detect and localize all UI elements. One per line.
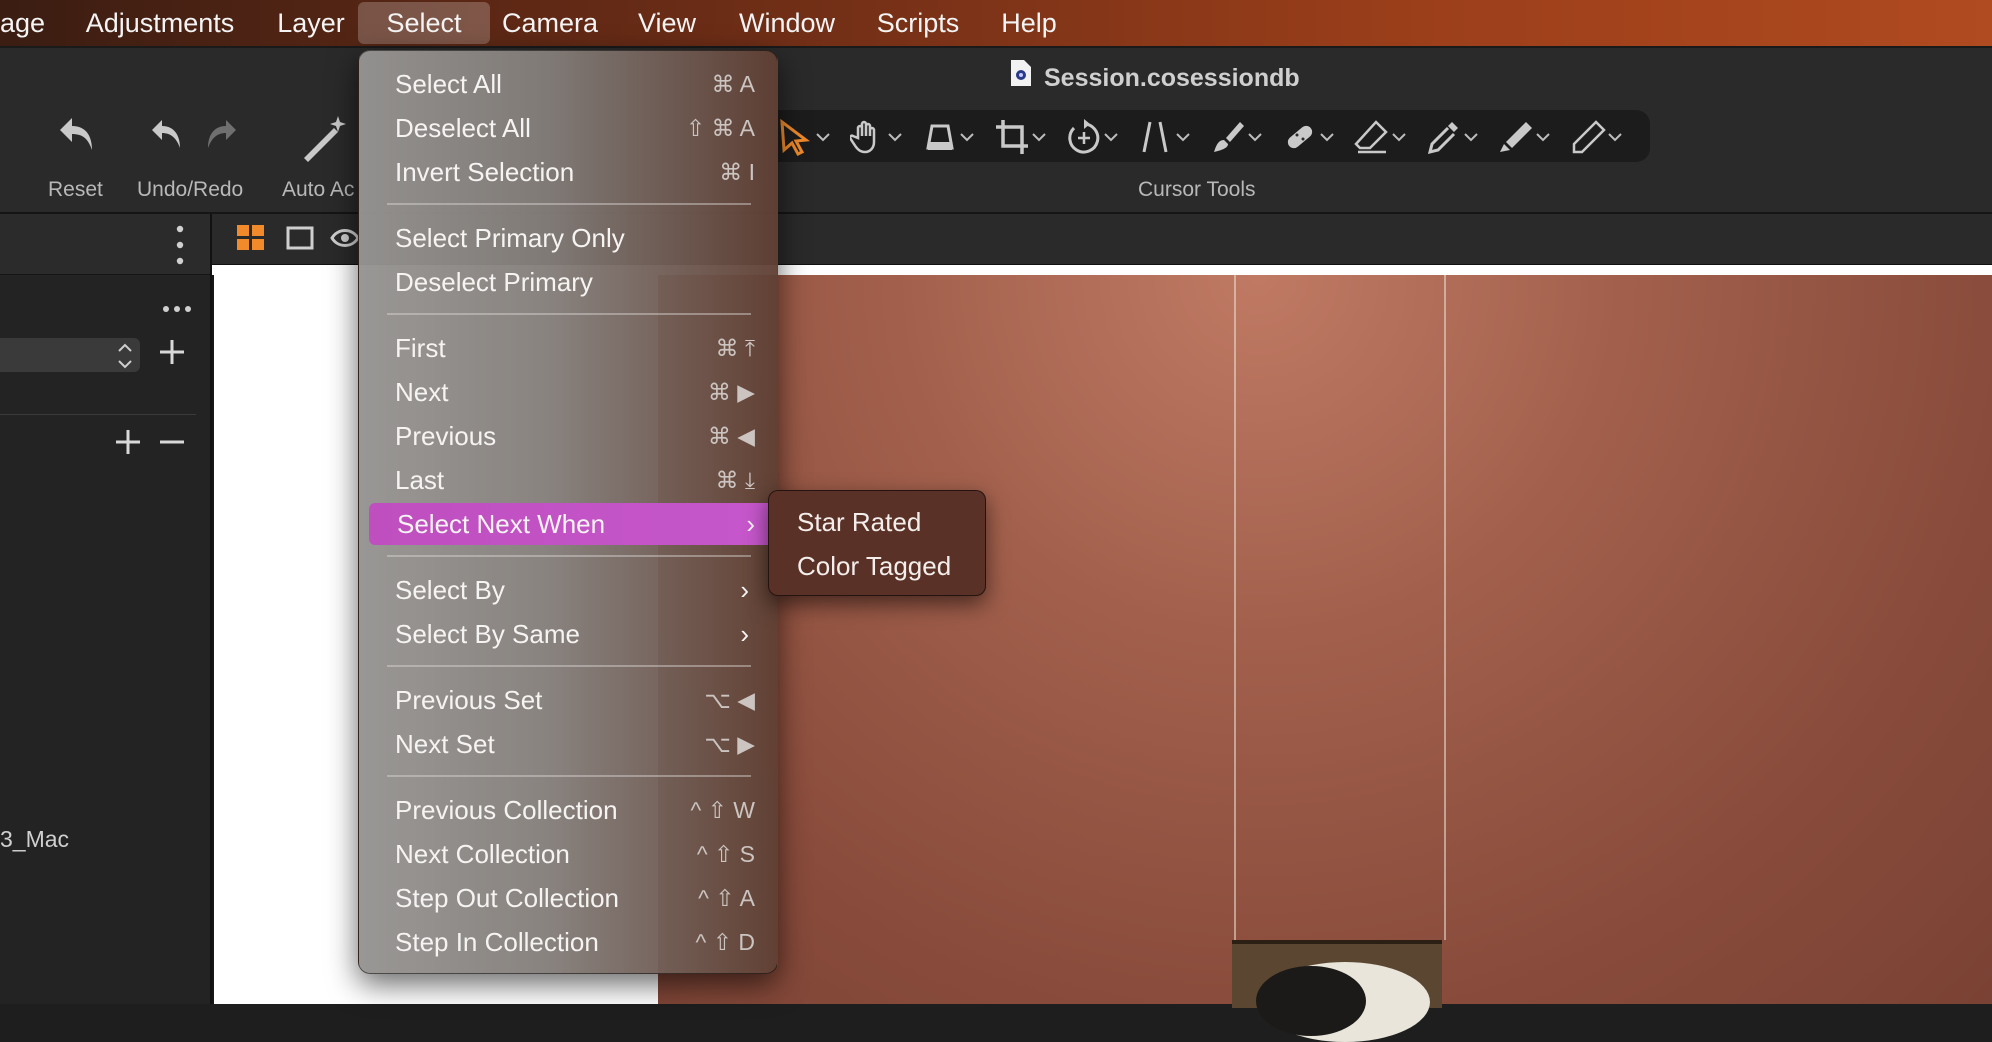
hanging-wire-right bbox=[1444, 275, 1446, 940]
menu-item-previous[interactable]: Previous ⌘ ◀ bbox=[367, 415, 767, 457]
menu-separator bbox=[387, 203, 751, 205]
magic-wand-icon[interactable] bbox=[300, 114, 352, 167]
single-view-icon[interactable] bbox=[286, 226, 314, 255]
menu-scripts[interactable]: Scripts bbox=[868, 0, 968, 46]
shortcut: ⇧ ⌘ A bbox=[685, 115, 755, 141]
menu-separator bbox=[387, 313, 751, 315]
panel-options-icon[interactable] bbox=[176, 224, 184, 271]
menu-item-next-set[interactable]: Next Set ⌥ ▶ bbox=[367, 723, 767, 765]
menu-item-next-collection[interactable]: Next Collection ^ ⇧ S bbox=[367, 833, 767, 875]
shortcut: ^ ⇧ D bbox=[695, 929, 755, 955]
add-item-icon[interactable] bbox=[114, 428, 142, 461]
menu-layer[interactable]: Layer bbox=[270, 0, 352, 46]
window-title-text: Session.cosessiondb bbox=[1044, 64, 1300, 92]
menu-view[interactable]: View bbox=[630, 0, 704, 46]
submenu-item-star-rated[interactable]: Star Rated bbox=[797, 501, 921, 543]
menu-window[interactable]: Window bbox=[732, 0, 842, 46]
cursor-tools-label: Cursor Tools bbox=[1138, 178, 1256, 201]
shortcut: ^ ⇧ A bbox=[698, 885, 755, 911]
mask-brush-tool[interactable] bbox=[1498, 118, 1560, 156]
menu-item-select-all[interactable]: Select All ⌘ A bbox=[367, 63, 767, 105]
menu-item-previous-collection[interactable]: Previous Collection ^ ⇧ W bbox=[367, 789, 767, 831]
panel-divider bbox=[0, 414, 196, 415]
eraser-tool[interactable] bbox=[1354, 118, 1416, 156]
reset-icon[interactable] bbox=[58, 114, 96, 159]
shortcut: ⌘ ⤓ bbox=[715, 467, 755, 493]
chevron-right-icon: › bbox=[740, 619, 749, 649]
menu-item-select-by[interactable]: Select By › bbox=[367, 569, 767, 611]
reset-label: Reset bbox=[48, 178, 103, 201]
shortcut: ⌘ ▶ bbox=[707, 379, 755, 405]
photo-image[interactable] bbox=[658, 275, 1992, 1004]
shortcut: ⌥ ▶ bbox=[704, 731, 755, 757]
menu-select[interactable]: Select bbox=[358, 2, 490, 44]
menu-item-select-next-when[interactable]: Select Next When › bbox=[369, 503, 773, 545]
shortcut: ⌘ I bbox=[719, 159, 755, 185]
menu-adjustments[interactable]: Adjustments bbox=[80, 0, 240, 46]
brush-tool[interactable] bbox=[1210, 118, 1272, 156]
menu-separator bbox=[387, 665, 751, 667]
shortcut: ^ ⇧ W bbox=[690, 797, 755, 823]
submenu-item-color-tagged[interactable]: Color Tagged bbox=[797, 545, 951, 587]
pan-hand-tool[interactable] bbox=[850, 118, 912, 156]
library-item-label[interactable]: 3_Mac bbox=[0, 826, 69, 853]
shortcut: ^ ⇧ S bbox=[696, 841, 755, 867]
grid-view-icon[interactable] bbox=[236, 224, 266, 257]
select-menu-dropdown: Select All ⌘ A Deselect All ⇧ ⌘ A Invert S… bbox=[358, 50, 778, 974]
menu-item-deselect-primary[interactable]: Deselect Primary bbox=[367, 261, 767, 303]
menu-item-select-primary-only[interactable]: Select Primary Only bbox=[367, 217, 767, 259]
remove-item-icon[interactable] bbox=[158, 428, 186, 461]
artwork-dark-shape bbox=[1256, 966, 1366, 1036]
shortcut: ⌘ A bbox=[711, 71, 755, 97]
menu-item-first[interactable]: First ⌘ ⤒ bbox=[367, 327, 767, 369]
add-icon[interactable] bbox=[158, 338, 186, 371]
menu-item-deselect-all[interactable]: Deselect All ⇧ ⌘ A bbox=[367, 107, 767, 149]
menu-item-invert-selection[interactable]: Invert Selection ⌘ I bbox=[367, 151, 767, 193]
menu-separator bbox=[387, 775, 751, 777]
menu-item-previous-set[interactable]: Previous Set ⌥ ◀ bbox=[367, 679, 767, 721]
redo-icon[interactable] bbox=[204, 116, 238, 159]
auto-adjust-label: Auto Ac bbox=[282, 178, 355, 201]
shortcut: ⌥ ◀ bbox=[704, 687, 755, 713]
select-next-when-submenu: Star Rated Color Tagged bbox=[768, 490, 986, 596]
crop-tool[interactable] bbox=[994, 118, 1056, 156]
shortcut: ⌘ ⤒ bbox=[715, 335, 755, 361]
eye-icon[interactable] bbox=[330, 226, 360, 255]
healing-tool[interactable] bbox=[1282, 118, 1344, 156]
menu-image[interactable]: age bbox=[0, 0, 48, 46]
menu-item-next[interactable]: Next ⌘ ▶ bbox=[367, 371, 767, 413]
ellipsis-icon[interactable] bbox=[162, 300, 192, 318]
document-icon bbox=[1010, 59, 1032, 99]
chevron-right-icon: › bbox=[746, 509, 755, 539]
menu-item-step-in-collection[interactable]: Step In Collection ^ ⇧ D bbox=[367, 921, 767, 963]
left-tool-panel bbox=[0, 214, 212, 1004]
menu-help[interactable]: Help bbox=[996, 0, 1062, 46]
keystone-tool[interactable] bbox=[1138, 118, 1200, 156]
menu-separator bbox=[387, 555, 751, 557]
undo-redo-label: Undo/Redo bbox=[137, 178, 244, 201]
menu-item-select-by-same[interactable]: Select By Same › bbox=[367, 613, 767, 655]
menu-camera[interactable]: Camera bbox=[498, 0, 602, 46]
undo-icon[interactable] bbox=[150, 116, 184, 159]
hanging-wire-left bbox=[1234, 275, 1236, 940]
menu-item-last[interactable]: Last ⌘ ⤓ bbox=[367, 459, 767, 501]
menu-bar: age Adjustments Layer Select Camera View… bbox=[0, 0, 1992, 48]
stepper-arrows-icon[interactable] bbox=[116, 340, 134, 377]
chevron-right-icon: › bbox=[740, 575, 749, 605]
rotate-tool[interactable] bbox=[1066, 118, 1128, 156]
shortcut: ⌘ ◀ bbox=[707, 423, 755, 449]
color-picker-tool[interactable] bbox=[1426, 118, 1488, 156]
menu-item-step-out-collection[interactable]: Step Out Collection ^ ⇧ A bbox=[367, 877, 767, 919]
select-cursor-tool[interactable] bbox=[778, 118, 840, 156]
window-title: Session.cosessiondb bbox=[1010, 58, 1300, 98]
annotate-pen-tool[interactable] bbox=[1570, 118, 1632, 156]
loupe-tool[interactable] bbox=[922, 118, 984, 156]
